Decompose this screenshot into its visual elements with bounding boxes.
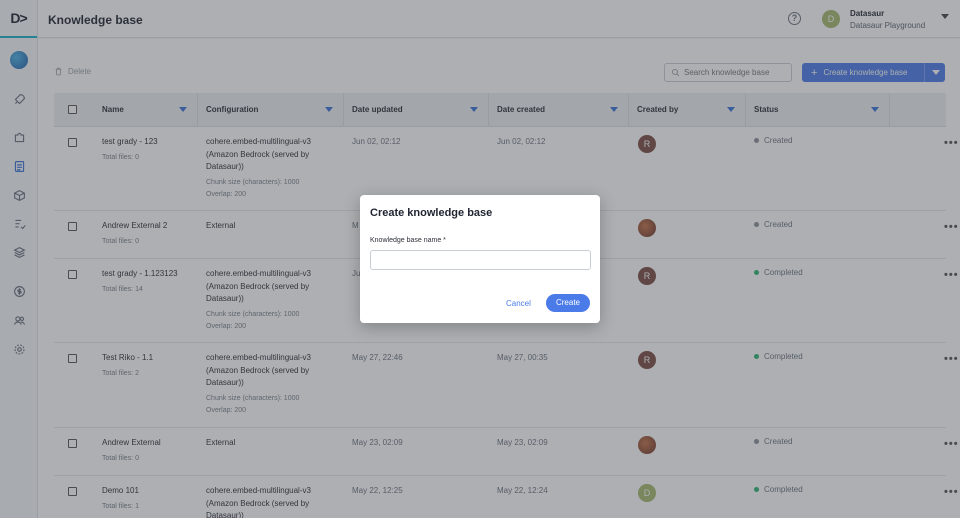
knowledge-base-name-label: Knowledge base name * — [370, 237, 446, 244]
knowledge-base-name-input[interactable] — [371, 252, 590, 271]
create-button[interactable]: Create — [546, 294, 590, 312]
create-knowledge-base-dialog: Create knowledge base Knowledge base nam… — [360, 195, 600, 323]
dialog-title: Create knowledge base — [370, 207, 493, 219]
cancel-button[interactable]: Cancel — [506, 299, 531, 308]
knowledge-base-name-field[interactable] — [370, 250, 591, 271]
